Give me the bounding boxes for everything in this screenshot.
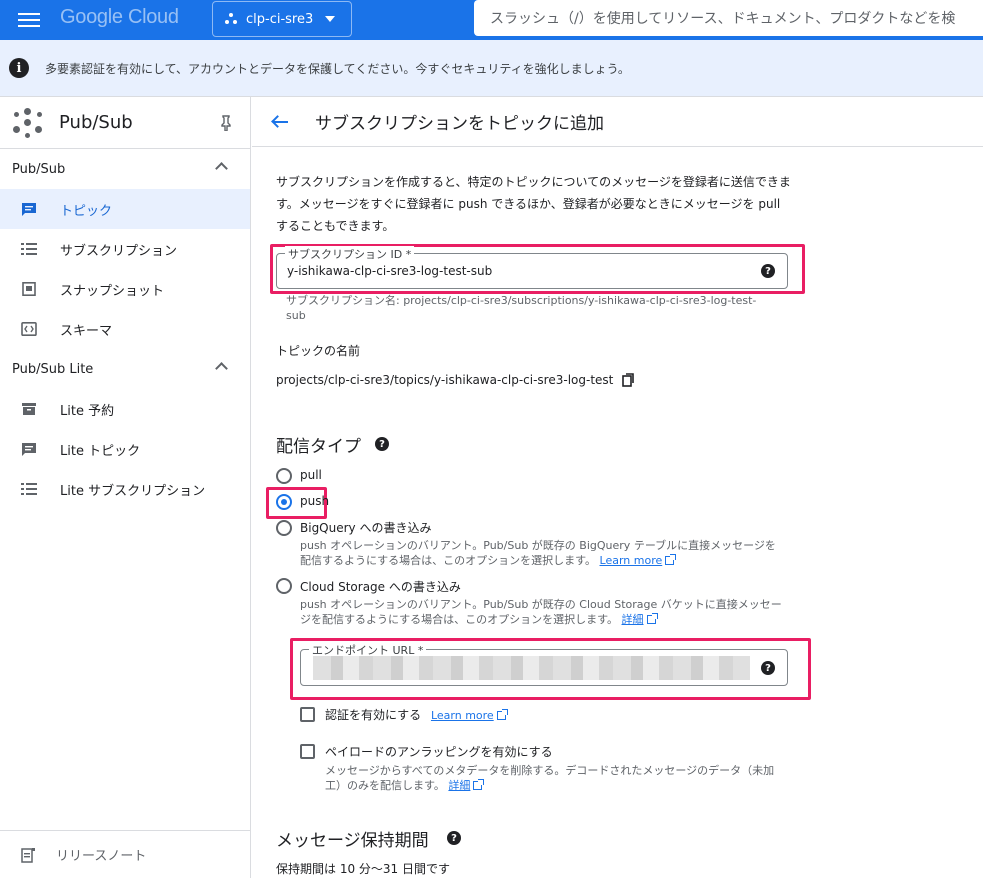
external-link-icon xyxy=(496,709,508,720)
help-icon[interactable]: ? xyxy=(761,661,775,675)
radio-pull[interactable] xyxy=(276,468,292,484)
list-icon xyxy=(21,243,37,255)
page-header: サブスクリプションをトピックに追加 xyxy=(252,97,983,147)
sidebar-header: Pub/Sub xyxy=(0,97,250,149)
sidebar-item-lite-subscriptions[interactable]: Lite サブスクリプション xyxy=(0,469,250,509)
sidebar-item-lite-topics[interactable]: Lite トピック xyxy=(0,429,250,469)
top-bar: Google Cloud clp-ci-sre3 スラッシュ（/）を使用してリソ… xyxy=(0,0,983,40)
menu-icon[interactable] xyxy=(18,10,40,30)
back-arrow-icon[interactable] xyxy=(271,114,289,129)
cloud-storage-details-link[interactable]: 詳細 xyxy=(622,613,644,626)
caret-down-icon xyxy=(325,16,336,22)
message-icon xyxy=(22,443,36,456)
cloud-storage-description-text: push オペレーションのバリアント。Pub/Sub が既存の Cloud St… xyxy=(300,598,782,626)
google-cloud-logo[interactable]: Google Cloud xyxy=(60,6,179,29)
unwrap-description-text: メッセージからすべてのメタデータを削除する。デコードされたメッセージのデータ（未… xyxy=(325,764,775,792)
section-label: Pub/Sub xyxy=(12,161,66,177)
radio-cloud-storage-label: Cloud Storage への書き込み xyxy=(300,580,461,594)
retention-text: 保持期間は 10 分〜31 日間です xyxy=(276,862,450,876)
main-content: サブスクリプションをトピックに追加 サブスクリプションを作成すると、特定のトピッ… xyxy=(252,97,983,878)
message-icon xyxy=(22,203,36,216)
sidebar-item-lite-reservations[interactable]: Lite 予約 xyxy=(0,389,250,429)
cloud-storage-description: push オペレーションのバリアント。Pub/Sub が既存の Cloud St… xyxy=(300,597,790,627)
pin-icon[interactable] xyxy=(220,115,232,131)
radio-bigquery[interactable] xyxy=(276,520,292,536)
banner-text: 多要素認証を有効にして、アカウントとデータを保護してください。今すぐセキュリティ… xyxy=(45,61,630,76)
sidebar-item-snapshots[interactable]: スナップショット xyxy=(0,269,250,309)
external-link-icon xyxy=(473,779,485,790)
retention-heading: メッセージ保持期間 xyxy=(276,831,429,851)
radio-cloud-storage[interactable] xyxy=(276,578,292,594)
help-icon[interactable]: ? xyxy=(375,437,389,451)
sidebar-item-topics[interactable]: トピック xyxy=(0,189,250,229)
release-notes-icon xyxy=(21,847,35,863)
delivery-type-heading: 配信タイプ xyxy=(276,437,361,457)
subscription-id-value: y-ishikawa-clp-ci-sre3-log-test-sub xyxy=(287,264,493,278)
pubsub-logo-icon xyxy=(13,107,43,138)
sidebar-item-label: スナップショット xyxy=(60,283,165,299)
radio-push-label: push xyxy=(300,494,330,508)
section-label: Pub/Sub Lite xyxy=(12,361,94,377)
info-icon: i xyxy=(9,58,29,78)
sidebar-item-label: Lite 予約 xyxy=(60,403,115,419)
help-icon[interactable]: ? xyxy=(761,264,775,278)
project-name: clp-ci-sre3 xyxy=(246,11,314,27)
radio-pull-label: pull xyxy=(300,468,322,482)
section-pubsub-lite[interactable]: Pub/Sub Lite xyxy=(0,349,250,389)
project-icon xyxy=(225,13,237,25)
subscription-id-field[interactable]: サブスクリプション ID * y-ishikawa-clp-ci-sre3-lo… xyxy=(276,246,788,289)
unwrap-checkbox[interactable] xyxy=(300,744,315,759)
sidebar-item-label: Lite サブスクリプション xyxy=(60,483,206,499)
bigquery-learn-more-link[interactable]: Learn more xyxy=(600,554,663,567)
bigquery-description-text: push オペレーションのバリアント。Pub/Sub が既存の BigQuery… xyxy=(300,539,776,567)
page-title: サブスクリプションをトピックに追加 xyxy=(315,114,604,134)
unwrap-details-link[interactable]: 詳細 xyxy=(448,779,470,792)
release-notes-label: リリースノート xyxy=(56,849,147,864)
topic-name-label: トピックの名前 xyxy=(276,344,361,358)
subscription-name-hint: サブスクリプション名: projects/clp-ci-sre3/subscri… xyxy=(286,294,757,322)
search-input[interactable]: スラッシュ（/）を使用してリソース、ドキュメント、プロダクトなどを検 xyxy=(474,0,983,36)
unwrap-checkbox-label: ペイロードのアンラッピングを有効にする xyxy=(325,745,553,759)
security-banner: i 多要素認証を有効にして、アカウントとデータを保護してください。今すぐセキュリ… xyxy=(0,40,983,97)
bigquery-description: push オペレーションのバリアント。Pub/Sub が既存の BigQuery… xyxy=(300,538,785,568)
reservation-icon xyxy=(22,403,36,415)
subscription-id-label: サブスクリプション ID * xyxy=(285,246,415,262)
help-icon[interactable]: ? xyxy=(447,831,461,845)
section-pubsub[interactable]: Pub/Sub xyxy=(0,149,250,189)
external-link-icon xyxy=(665,554,677,565)
chevron-up-icon xyxy=(215,162,228,175)
redacted-url-value xyxy=(313,656,750,680)
radio-bigquery-label: BigQuery への書き込み xyxy=(300,521,432,535)
release-notes-link[interactable]: リリースノート xyxy=(0,830,250,878)
sidebar-item-label: スキーマ xyxy=(60,323,113,339)
auth-learn-more-link[interactable]: Learn more xyxy=(431,709,494,722)
auth-checkbox[interactable] xyxy=(300,707,315,722)
copy-icon[interactable] xyxy=(622,373,635,387)
page-description: サブスクリプションを作成すると、特定のトピックについてのメッセージを登録者に送信… xyxy=(276,175,791,233)
sidebar: Pub/Sub Pub/Sub トピック サブスクリプション スナップショット … xyxy=(0,97,251,878)
endpoint-url-field[interactable]: エンドポイント URL * ? xyxy=(300,642,788,686)
sidebar-item-schemas[interactable]: スキーマ xyxy=(0,309,250,349)
sidebar-item-label: Lite トピック xyxy=(60,443,141,459)
auth-checkbox-label: 認証を有効にする Learn more xyxy=(325,706,508,723)
topic-name-value: projects/clp-ci-sre3/topics/y-ishikawa-c… xyxy=(276,373,614,387)
sidebar-title: Pub/Sub xyxy=(59,112,133,133)
code-icon xyxy=(21,322,37,336)
project-selector[interactable]: clp-ci-sre3 xyxy=(212,1,352,37)
list-icon xyxy=(21,483,37,495)
radio-push[interactable] xyxy=(276,494,292,510)
unwrap-description: メッセージからすべてのメタデータを削除する。デコードされたメッセージのデータ（未… xyxy=(325,763,790,793)
sidebar-item-subscriptions[interactable]: サブスクリプション xyxy=(0,229,250,269)
sidebar-item-label: サブスクリプション xyxy=(60,243,178,259)
auth-label-text: 認証を有効にする xyxy=(325,708,422,722)
external-link-icon xyxy=(646,613,658,624)
chevron-up-icon xyxy=(215,362,228,375)
sidebar-item-label: トピック xyxy=(60,203,113,219)
snapshot-icon xyxy=(22,282,36,296)
